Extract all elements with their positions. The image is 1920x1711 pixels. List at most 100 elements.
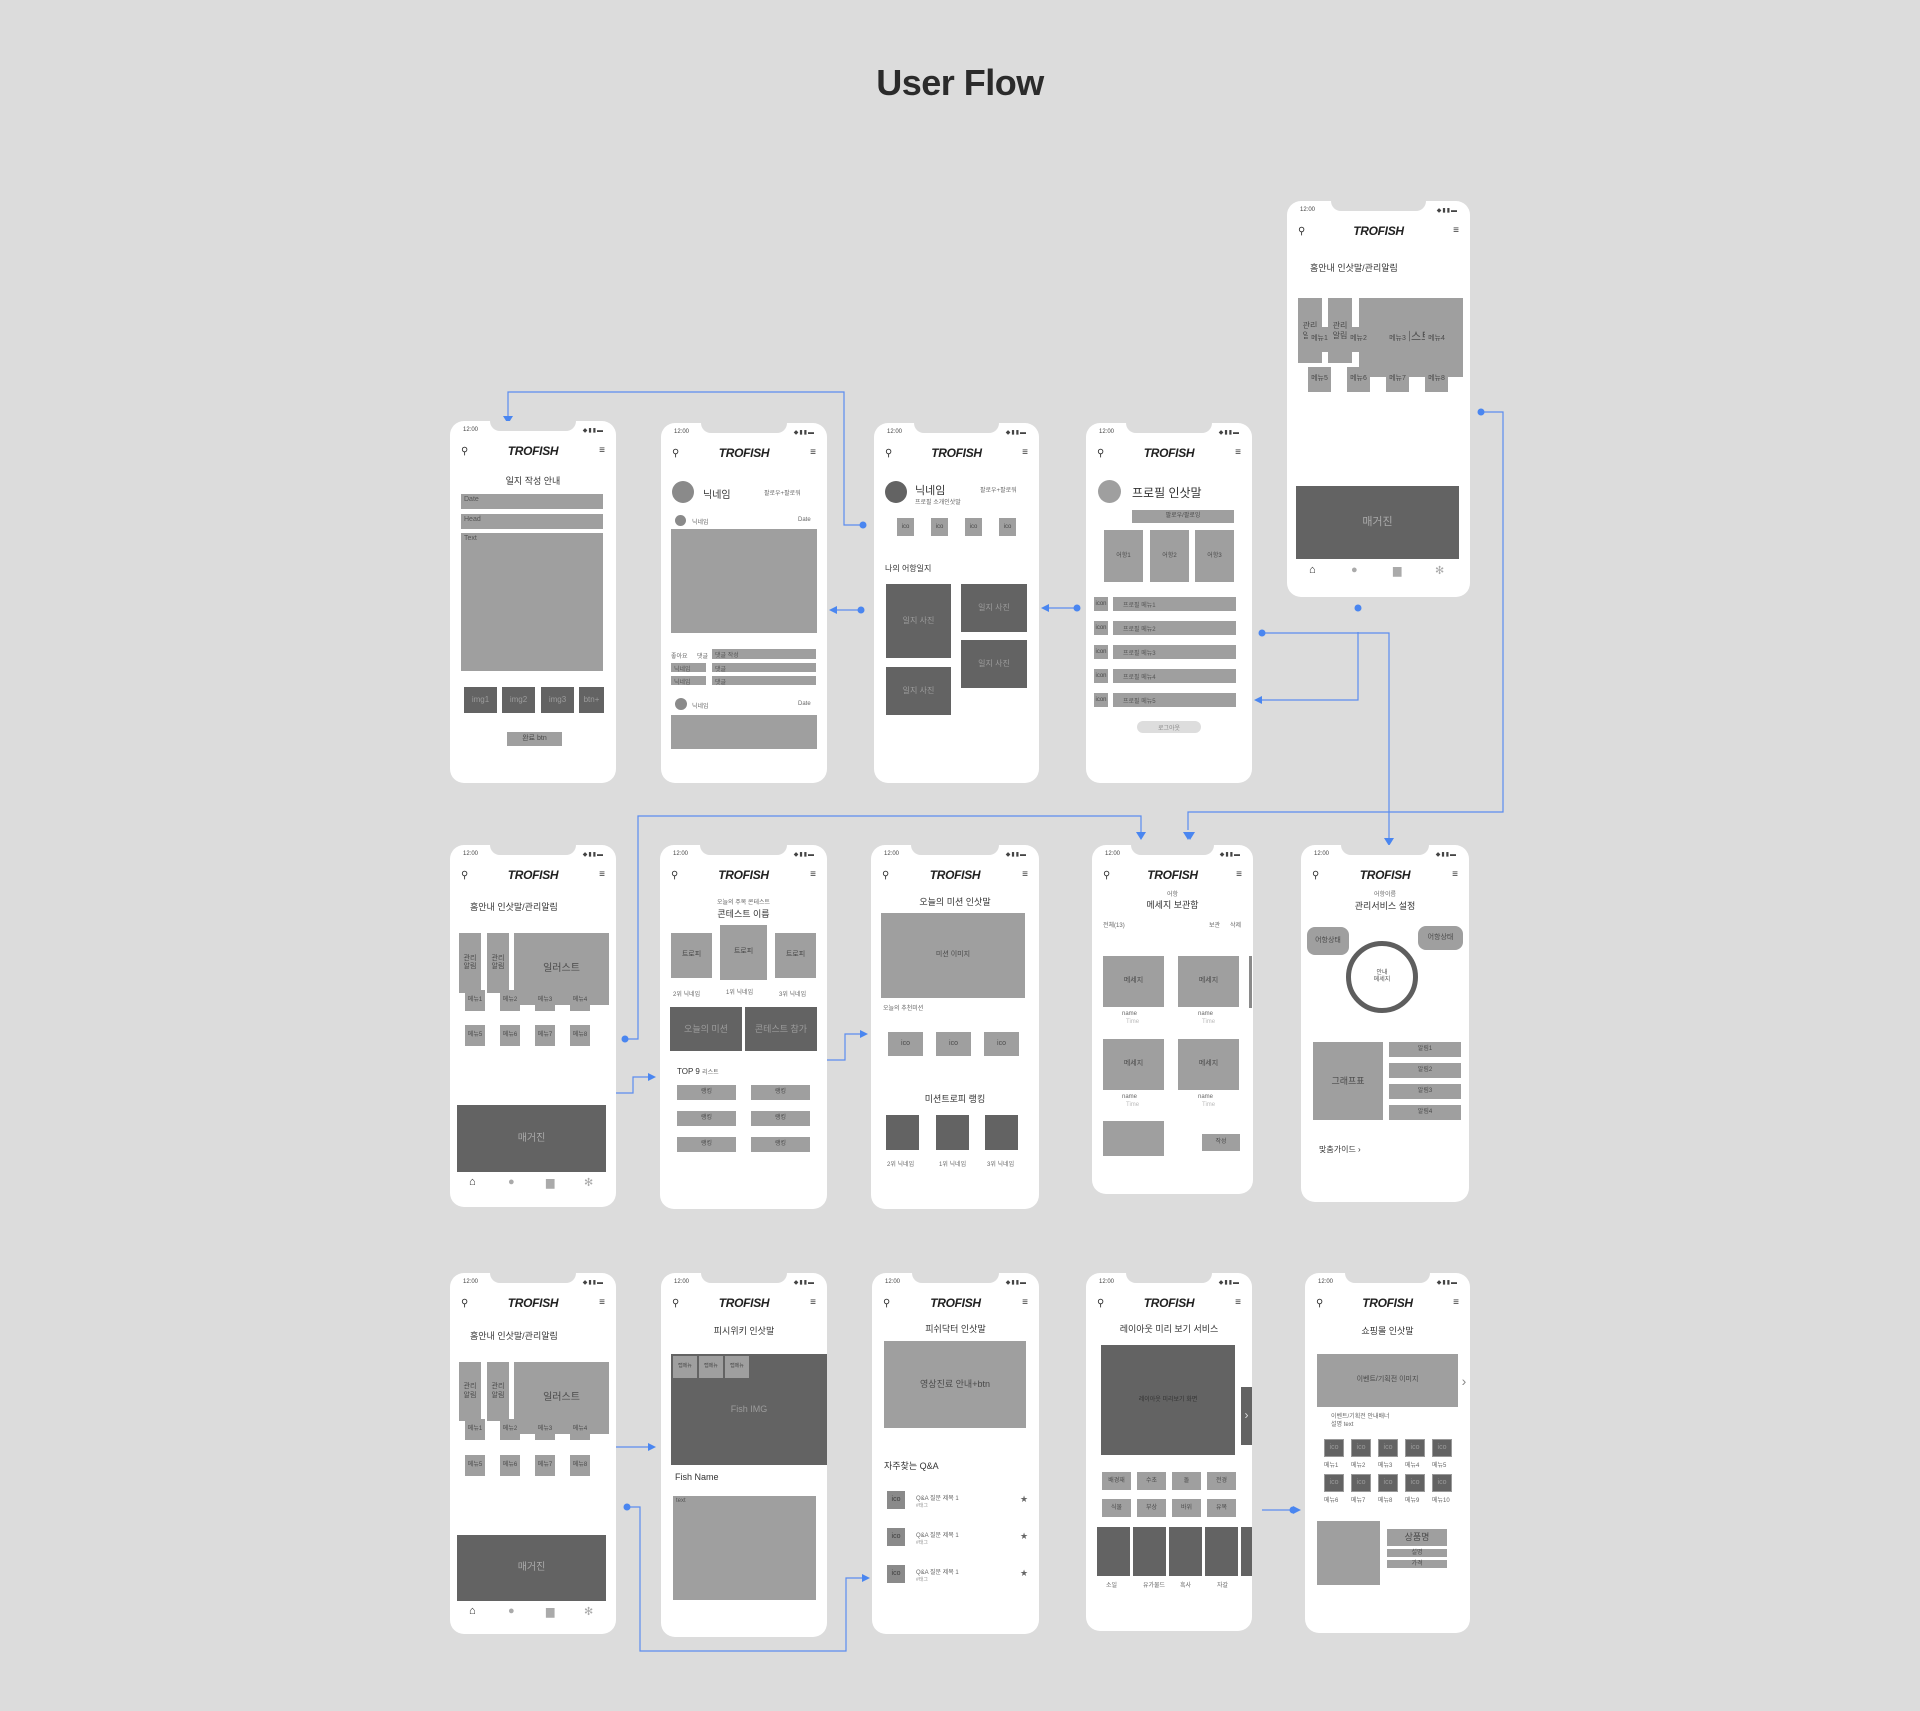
menu-item[interactable]: 메뉴2: [500, 990, 520, 1011]
shop-ico[interactable]: ico: [1405, 1439, 1425, 1457]
ico-button[interactable]: ico: [965, 518, 982, 536]
menu-item[interactable]: 메뉴8: [570, 1455, 590, 1476]
tab-menu[interactable]: 탭메뉴: [699, 1356, 723, 1378]
faq-question[interactable]: Q&A 질문 제목 1: [916, 1567, 959, 1576]
img-slot[interactable]: img3: [541, 687, 574, 713]
alert-card[interactable]: 관리 알림: [487, 933, 509, 993]
star-icon[interactable]: ★: [1020, 1494, 1028, 1505]
menu-icon[interactable]: ≡: [599, 445, 605, 456]
product-image[interactable]: [1317, 1521, 1380, 1585]
user-icon[interactable]: ●: [508, 1605, 515, 1617]
tank-card[interactable]: 어항1: [1104, 530, 1143, 582]
profile-menu-item[interactable]: 프로필 메뉴1: [1113, 597, 1236, 611]
delete-button[interactable]: 삭제: [1230, 920, 1241, 929]
bag-icon[interactable]: ▆: [546, 1605, 554, 1618]
faq-question[interactable]: Q&A 질문 제목 1: [916, 1493, 959, 1502]
layout-chip[interactable]: 수초: [1137, 1472, 1166, 1490]
rank-image[interactable]: [936, 1115, 969, 1150]
post-image[interactable]: [671, 529, 817, 633]
menu-item[interactable]: 메뉴4: [1425, 327, 1448, 352]
trophy-card[interactable]: 트로피: [775, 933, 816, 978]
ranking-item[interactable]: 랭킹: [751, 1085, 810, 1100]
img-slot[interactable]: img1: [464, 687, 497, 713]
layout-chip[interactable]: 배경재: [1102, 1472, 1131, 1490]
menu-item[interactable]: 메뉴5: [465, 1025, 485, 1046]
menu-item[interactable]: 메뉴7: [535, 1025, 555, 1046]
comment-label[interactable]: 댓글: [697, 651, 708, 660]
alarm-item[interactable]: 알림4: [1389, 1105, 1461, 1120]
avatar[interactable]: [1098, 480, 1121, 503]
tab-menu[interactable]: 탭메뉴: [673, 1356, 697, 1378]
chevron-right-icon[interactable]: ›: [1241, 1387, 1252, 1445]
menu-icon[interactable]: ≡: [599, 869, 605, 880]
message-card[interactable]: 메세지: [1103, 956, 1164, 1007]
rank-image[interactable]: [886, 1115, 919, 1150]
menu-item[interactable]: 메뉴1: [1308, 327, 1331, 352]
menu-item[interactable]: 메뉴4: [570, 990, 590, 1011]
star-icon[interactable]: ★: [1020, 1531, 1028, 1542]
contest-join-button[interactable]: 콘테스트 참가: [745, 1007, 817, 1051]
menu-item[interactable]: 메뉴6: [500, 1025, 520, 1046]
write-button[interactable]: 작성: [1202, 1134, 1240, 1151]
avatar[interactable]: [885, 481, 907, 503]
magazine-banner[interactable]: 매거진: [457, 1535, 606, 1601]
menu-item[interactable]: 메뉴6: [500, 1455, 520, 1476]
ranking-item[interactable]: 랭킹: [677, 1085, 736, 1100]
layout-chip[interactable]: 바위: [1172, 1499, 1201, 1517]
follow-button[interactable]: 팔로우/팔로잉: [1132, 510, 1234, 523]
layout-chip[interactable]: 유목: [1207, 1499, 1236, 1517]
menu-icon[interactable]: ≡: [1453, 1297, 1459, 1308]
product-name[interactable]: 상품명: [1387, 1529, 1447, 1546]
tank-card[interactable]: 어항2: [1150, 530, 1189, 582]
avatar[interactable]: [675, 515, 686, 526]
shop-ico[interactable]: ico: [1351, 1474, 1371, 1492]
ranking-item[interactable]: 랭킹: [751, 1111, 810, 1126]
video-consult-button[interactable]: 영상진료 안내+btn: [884, 1341, 1026, 1428]
gear-icon[interactable]: ✻: [1435, 564, 1444, 577]
scrollbar[interactable]: [1249, 956, 1252, 1008]
menu-icon[interactable]: ≡: [599, 1297, 605, 1308]
mission-ico[interactable]: ico: [888, 1032, 923, 1056]
trophy-card[interactable]: 트로피: [671, 933, 712, 978]
ico-button[interactable]: ico: [999, 518, 1016, 536]
menu-item[interactable]: 메뉴8: [570, 1025, 590, 1046]
trophy-card[interactable]: 트로피: [720, 925, 767, 980]
menu-item[interactable]: 메뉴1: [465, 1419, 485, 1440]
shop-ico[interactable]: ico: [1432, 1439, 1452, 1457]
bag-icon[interactable]: ▆: [546, 1176, 554, 1189]
avatar[interactable]: [672, 481, 694, 503]
custom-guide-link[interactable]: 맞춤가이드 ›: [1319, 1144, 1361, 1155]
menu-icon[interactable]: ≡: [1022, 447, 1028, 458]
add-img-button[interactable]: btn+: [579, 687, 604, 713]
layout-chip[interactable]: 부상: [1137, 1499, 1166, 1517]
tab-menu[interactable]: 탭메뉴: [725, 1356, 749, 1378]
ico-button[interactable]: ico: [897, 518, 914, 536]
head-field[interactable]: Head: [461, 514, 603, 529]
like-label[interactable]: 좋아요: [671, 651, 688, 660]
layout-chip[interactable]: 돌: [1172, 1472, 1201, 1490]
menu-icon[interactable]: ≡: [1453, 225, 1459, 236]
done-button[interactable]: 완료 btn: [507, 732, 562, 746]
diary-photo[interactable]: 일지 사진: [961, 584, 1027, 632]
img-slot[interactable]: img2: [502, 687, 535, 713]
mission-ico[interactable]: ico: [936, 1032, 971, 1056]
message-card[interactable]: 메세지: [1178, 1039, 1239, 1090]
date-field[interactable]: Date: [461, 494, 603, 509]
rank-image[interactable]: [985, 1115, 1018, 1150]
layout-chip[interactable]: 식물: [1102, 1499, 1131, 1517]
menu-item[interactable]: 메뉴5: [1308, 367, 1331, 392]
shop-ico[interactable]: ico: [1378, 1474, 1398, 1492]
text-field[interactable]: Text: [461, 533, 603, 671]
profile-menu-item[interactable]: 프로필 메뉴2: [1113, 621, 1236, 635]
gear-icon[interactable]: ✻: [584, 1176, 593, 1189]
ranking-item[interactable]: 랭킹: [751, 1137, 810, 1152]
shop-ico[interactable]: ico: [1432, 1474, 1452, 1492]
user-icon[interactable]: ●: [508, 1176, 515, 1188]
menu-item[interactable]: 메뉴2: [500, 1419, 520, 1440]
shop-ico[interactable]: ico: [1378, 1439, 1398, 1457]
menu-item[interactable]: 메뉴7: [535, 1455, 555, 1476]
menu-icon[interactable]: ≡: [1235, 447, 1241, 458]
profile-menu-item[interactable]: 프로필 메뉴3: [1113, 645, 1236, 659]
menu-icon[interactable]: ≡: [1236, 869, 1242, 880]
alarm-item[interactable]: 알림1: [1389, 1042, 1461, 1057]
